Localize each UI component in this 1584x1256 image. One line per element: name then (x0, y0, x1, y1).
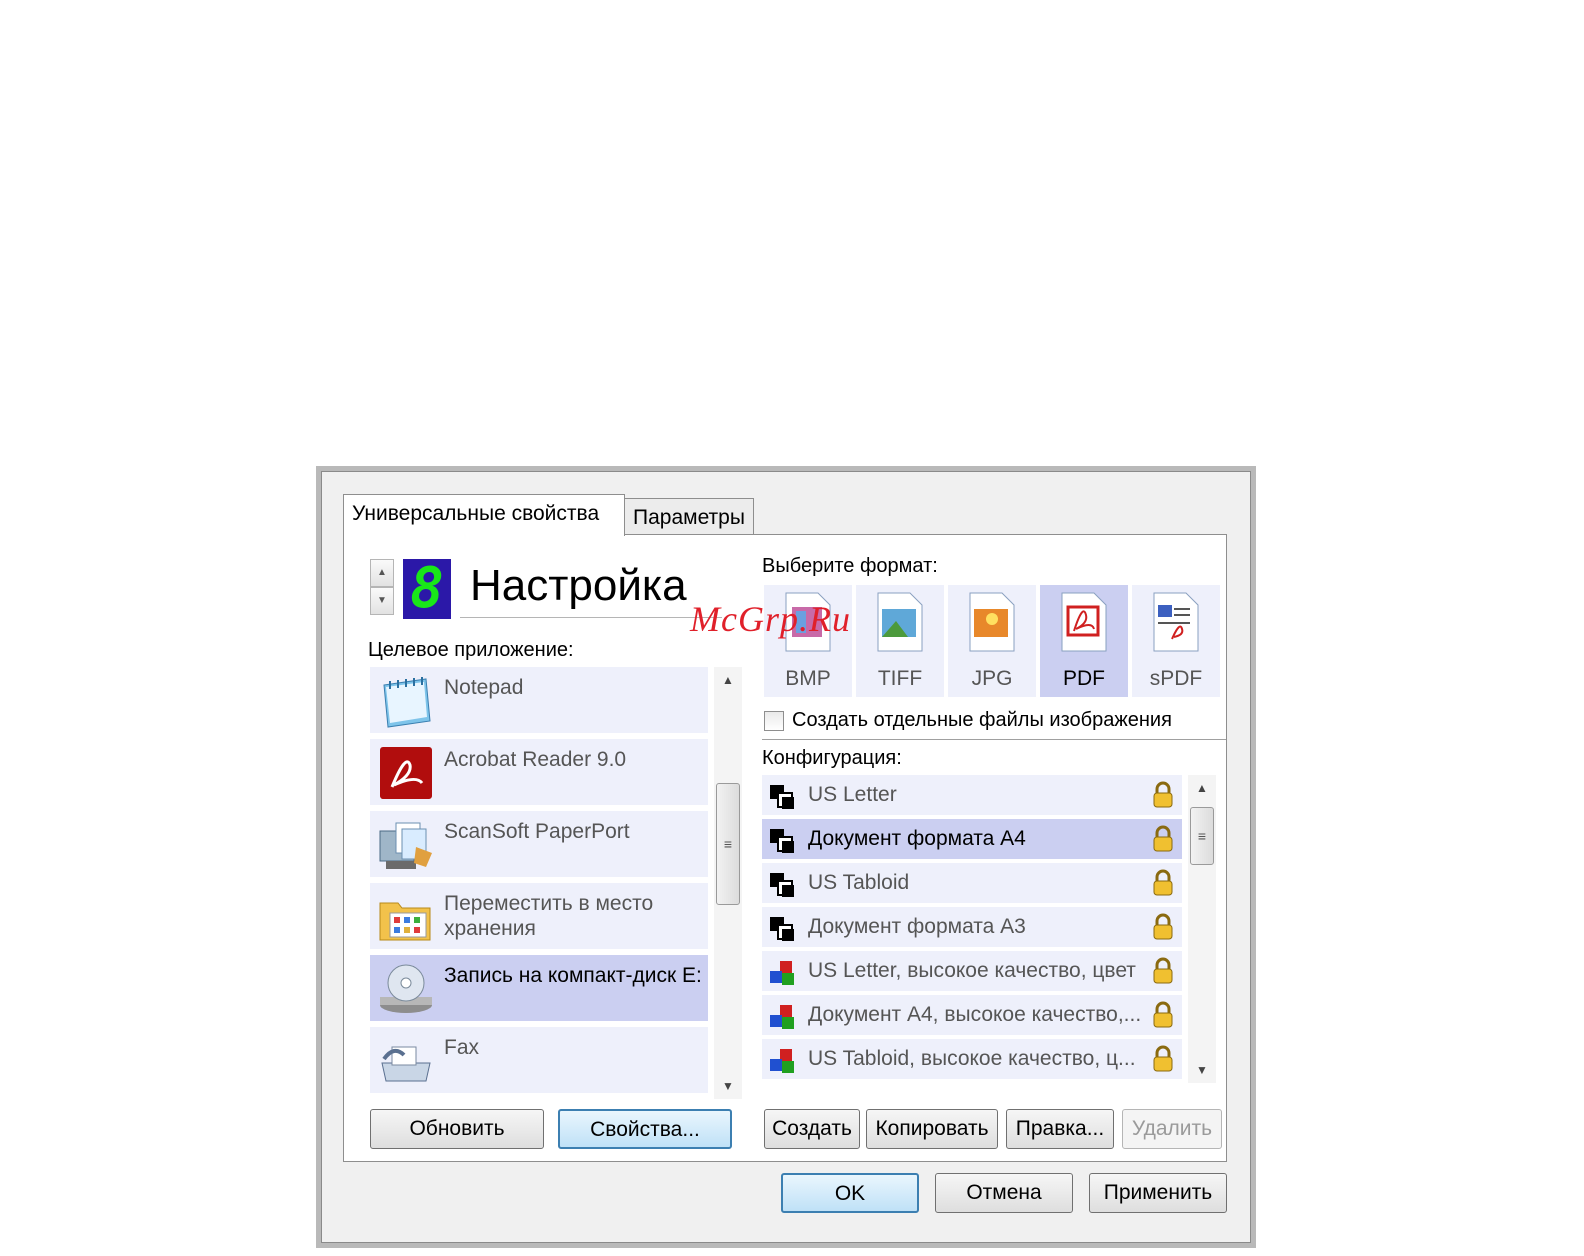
tiff-file-icon (877, 592, 923, 652)
scroll-thumb[interactable]: ≡ (1190, 807, 1214, 865)
app-item-label: Запись на компакт-диск E: (444, 964, 702, 987)
config-item-label: US Letter, высокое качество, цвет (808, 959, 1136, 982)
divider (762, 739, 1226, 740)
bw-document-icon (770, 829, 794, 853)
configuration-label: Конфигурация: (762, 747, 902, 769)
lock-icon (1153, 869, 1173, 896)
format-label-text: BMP (785, 667, 831, 690)
pdf-file-icon (1061, 592, 1107, 652)
properties-button[interactable]: Свойства... (558, 1109, 732, 1149)
app-item-fax[interactable]: Fax (370, 1027, 708, 1093)
spin-up-button[interactable]: ▲ (370, 559, 394, 587)
lock-icon (1153, 1001, 1173, 1028)
scroll-down-arrow-icon[interactable]: ▼ (714, 1077, 742, 1095)
scroll-up-arrow-icon[interactable]: ▲ (1188, 779, 1216, 797)
separate-files-label: Создать отдельные файлы изображения (792, 709, 1172, 731)
lock-icon (1153, 913, 1173, 940)
lock-icon (1153, 781, 1173, 808)
config-item[interactable]: Документ формата А4 (762, 819, 1182, 859)
config-item-label: US Tabloid, высокое качество, ц... (808, 1047, 1136, 1070)
config-item[interactable]: US Tabloid (762, 863, 1182, 903)
configuration-scrollbar[interactable]: ▲ ≡ ▼ (1188, 775, 1216, 1083)
bw-document-icon (770, 785, 794, 809)
scanner-properties-dialog: Универсальные свойства Параметры ▲ ▼ 8 Н… (316, 466, 1256, 1248)
config-number-spinner[interactable]: ▲ ▼ (370, 559, 394, 617)
app-item-move-to-storage[interactable]: Переместить в место хранения (370, 883, 708, 949)
lock-icon (1153, 1045, 1173, 1072)
spdf-file-icon (1153, 592, 1199, 652)
folder-icon (379, 902, 431, 941)
paperport-icon (379, 822, 432, 869)
acrobat-icon (380, 747, 432, 799)
create-button[interactable]: Создать (764, 1109, 860, 1149)
format-label: Выберите формат: (762, 555, 938, 577)
app-item-label: Notepad (444, 676, 524, 699)
tab-parameters[interactable]: Параметры (624, 498, 754, 535)
target-app-list[interactable]: Notepad Acrobat Reader 9.0 ScanSoft Pape… (370, 667, 744, 1099)
ok-button[interactable]: OK (781, 1173, 919, 1213)
config-item-label: Документ А4, высокое качество,... (808, 1003, 1142, 1026)
app-item-acrobat-reader[interactable]: Acrobat Reader 9.0 (370, 739, 708, 805)
bw-document-icon (770, 873, 794, 897)
watermark-text: McGrp.Ru (690, 599, 851, 639)
config-number-display: 8 (403, 559, 451, 619)
app-item-label: Acrobat Reader 9.0 (444, 748, 627, 771)
fax-icon (381, 1046, 431, 1082)
app-item-paperport[interactable]: ScanSoft PaperPort (370, 811, 708, 877)
lock-icon (1153, 957, 1173, 984)
color-document-icon (770, 1049, 794, 1073)
tab-universal-properties[interactable]: Универсальные свойства (343, 494, 625, 536)
copy-button[interactable]: Копировать (866, 1109, 998, 1149)
delete-button[interactable]: Удалить (1122, 1109, 1222, 1149)
format-label-text: PDF (1063, 667, 1105, 690)
config-item-label: US Letter (808, 783, 897, 806)
format-jpg[interactable]: JPG (948, 585, 1036, 697)
cancel-button[interactable]: Отмена (935, 1173, 1073, 1213)
cd-burn-icon (380, 964, 432, 1013)
app-item-burn-cd[interactable]: Запись на компакт-диск E: (370, 955, 708, 1021)
config-item[interactable]: US Letter (762, 775, 1182, 815)
config-item[interactable]: US Tabloid, высокое качество, ц... (762, 1039, 1182, 1079)
jpg-file-icon (969, 592, 1015, 652)
spin-down-button[interactable]: ▼ (370, 587, 394, 615)
scroll-up-arrow-icon[interactable]: ▲ (714, 671, 742, 689)
bw-document-icon (770, 917, 794, 941)
app-item-label: Переместить в место хранения (444, 892, 654, 940)
format-pdf[interactable]: PDF (1040, 585, 1128, 697)
app-item-label: ScanSoft PaperPort (444, 820, 630, 843)
apply-button[interactable]: Применить (1089, 1173, 1227, 1213)
format-label-text: JPG (971, 667, 1013, 690)
format-tiff[interactable]: TIFF (856, 585, 944, 697)
app-item-label: Fax (444, 1036, 480, 1059)
notepad-icon (383, 677, 431, 728)
refresh-button[interactable]: Обновить (370, 1109, 544, 1149)
scroll-thumb[interactable]: ≡ (716, 783, 740, 905)
edit-button[interactable]: Правка... (1006, 1109, 1114, 1149)
target-app-scrollbar[interactable]: ▲ ≡ ▼ (714, 667, 742, 1099)
config-item-label: Документ формата А3 (808, 915, 1026, 938)
scroll-down-arrow-icon[interactable]: ▼ (1188, 1061, 1216, 1079)
format-label-text: TIFF (877, 667, 923, 690)
config-item[interactable]: US Letter, высокое качество, цвет (762, 951, 1182, 991)
format-label-text: sPDF (1149, 667, 1203, 690)
configuration-list[interactable]: US Letter Документ формата А4 US Tabloid… (762, 775, 1218, 1083)
app-item-notepad[interactable]: Notepad (370, 667, 708, 733)
separate-files-checkbox[interactable] (764, 711, 784, 731)
config-item[interactable]: Документ формата А3 (762, 907, 1182, 947)
config-name-field[interactable]: Настройка (460, 555, 722, 618)
color-document-icon (770, 961, 794, 985)
lock-icon (1153, 825, 1173, 852)
color-document-icon (770, 1005, 794, 1029)
config-item[interactable]: Документ А4, высокое качество,... (762, 995, 1182, 1035)
config-item-label: Документ формата А4 (808, 827, 1026, 850)
config-item-label: US Tabloid (808, 871, 910, 894)
target-app-label: Целевое приложение: (368, 639, 574, 661)
format-spdf[interactable]: sPDF (1132, 585, 1220, 697)
